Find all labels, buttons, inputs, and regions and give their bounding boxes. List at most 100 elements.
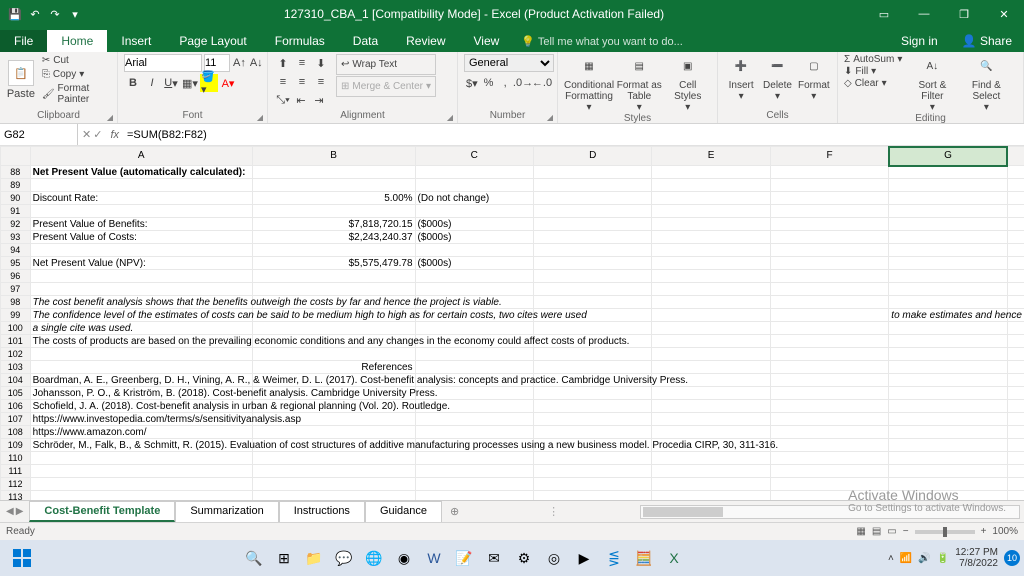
align-middle-icon[interactable]: ≡ — [293, 54, 311, 72]
tray-notif-icon[interactable]: 10 — [1004, 550, 1020, 566]
tray-volume-icon[interactable]: 🔊 — [918, 553, 930, 564]
currency-icon[interactable]: $▾ — [464, 74, 480, 92]
italic-button[interactable]: I — [143, 74, 161, 92]
inc-indent-icon[interactable]: ⇥ — [310, 91, 328, 109]
find-select-button[interactable]: 🔍Find & Select▾ — [960, 54, 1012, 113]
align-right-icon[interactable]: ≡ — [312, 73, 330, 91]
taskbar-excel-icon[interactable]: X — [660, 544, 688, 572]
sort-filter-button[interactable]: A↓Sort & Filter▾ — [906, 54, 958, 113]
taskbar-edge-icon[interactable]: 🌐 — [360, 544, 388, 572]
tab-file[interactable]: File — [0, 30, 47, 52]
taskbar-word-icon[interactable]: W — [420, 544, 448, 572]
zoom-level[interactable]: 100% — [992, 526, 1018, 537]
border-button[interactable]: ▦▾ — [181, 74, 199, 92]
new-sheet-icon[interactable]: ⊕ — [442, 505, 467, 518]
percent-icon[interactable]: % — [481, 74, 497, 92]
tray-wifi-icon[interactable]: 📶 — [900, 553, 912, 564]
number-format-select[interactable]: General — [464, 54, 554, 72]
copy-button[interactable]: ⎘ Copy ▾ — [40, 68, 111, 81]
format-as-table-button[interactable]: ▤Format as Table▾ — [616, 54, 662, 113]
sheet-tab[interactable]: Guidance — [365, 501, 442, 522]
sheet-tab[interactable]: Instructions — [279, 501, 365, 522]
font-color-button[interactable]: A▾ — [219, 74, 237, 92]
minimize-icon[interactable]: — — [904, 0, 944, 28]
taskbar-explorer-icon[interactable]: 📁 — [300, 544, 328, 572]
fill-button[interactable]: ⬇ Fill ▾ — [844, 66, 902, 77]
view-break-icon[interactable]: ▭ — [887, 526, 896, 537]
taskbar-chrome-icon[interactable]: ◉ — [390, 544, 418, 572]
delete-cells-button[interactable]: ➖Delete▾ — [760, 54, 794, 102]
name-box[interactable]: G82 — [0, 124, 78, 145]
enter-formula-icon[interactable]: ✓ — [93, 128, 102, 141]
align-bottom-icon[interactable]: ⬇ — [312, 54, 330, 72]
insert-cells-button[interactable]: ➕Insert▾ — [724, 54, 758, 102]
tab-prev-icon[interactable]: ◀ — [6, 506, 14, 517]
tab-view[interactable]: View — [460, 30, 514, 52]
maximize-icon[interactable]: ❐ — [944, 0, 984, 28]
taskbar-calc-icon[interactable]: 🧮 — [630, 544, 658, 572]
sheet-tab[interactable]: Cost-Benefit Template — [29, 501, 175, 522]
tab-review[interactable]: Review — [392, 30, 459, 52]
wrap-text-button[interactable]: ↩ Wrap Text — [336, 54, 436, 75]
taskbar-search-icon[interactable]: 🔍 — [240, 544, 268, 572]
taskbar-mail-icon[interactable]: ✉ — [480, 544, 508, 572]
tab-next-icon[interactable]: ▶ — [16, 506, 24, 517]
ribbon-options-icon[interactable]: ▭ — [864, 0, 904, 28]
increase-font-icon[interactable]: A↑ — [232, 54, 247, 72]
align-top-icon[interactable]: ⬆ — [274, 54, 292, 72]
fx-icon[interactable]: fx — [106, 129, 123, 141]
save-icon[interactable]: 💾 — [6, 5, 24, 23]
formula-input[interactable]: =SUM(B82:F82) — [123, 129, 1024, 141]
tab-home[interactable]: Home — [47, 30, 107, 52]
tab-data[interactable]: Data — [339, 30, 392, 52]
underline-button[interactable]: U▾ — [162, 74, 180, 92]
conditional-formatting-button[interactable]: ▦Conditional Formatting▾ — [564, 54, 614, 113]
zoom-in-icon[interactable]: + — [981, 526, 987, 537]
cancel-formula-icon[interactable]: ✕ — [82, 128, 91, 141]
paste-button[interactable]: 📋Paste — [6, 54, 36, 106]
close-icon[interactable]: ✕ — [984, 0, 1024, 28]
taskbar-vscode-icon[interactable]: ⋚ — [600, 544, 628, 572]
taskbar-app-icon[interactable]: ◎ — [540, 544, 568, 572]
cut-button[interactable]: ✂ Cut — [40, 54, 111, 67]
tab-formulas[interactable]: Formulas — [261, 30, 339, 52]
align-center-icon[interactable]: ≡ — [293, 73, 311, 91]
qat-more-icon[interactable]: ▾ — [66, 5, 84, 23]
format-cells-button[interactable]: ▢Format▾ — [797, 54, 831, 102]
orientation-icon[interactable]: ⤡▾ — [274, 91, 292, 109]
taskbar-teams-icon[interactable]: 💬 — [330, 544, 358, 572]
tray-chevron-icon[interactable]: ˄ — [888, 553, 894, 564]
bold-button[interactable]: B — [124, 74, 142, 92]
zoom-out-icon[interactable]: − — [903, 526, 909, 537]
share-button[interactable]: 👤 Share — [950, 30, 1024, 52]
format-painter-button[interactable]: 🖌 Format Painter — [40, 82, 111, 106]
tray-battery-icon[interactable]: 🔋 — [937, 553, 949, 564]
spreadsheet-grid[interactable]: ABCDEFGHIJKL88Net Present Value (automat… — [0, 146, 1024, 500]
taskbar-clock[interactable]: 12:27 PM7/8/2022 — [955, 547, 998, 569]
redo-icon[interactable]: ↷ — [46, 5, 64, 23]
taskbar-settings-icon[interactable]: ⚙ — [510, 544, 538, 572]
view-normal-icon[interactable]: ▦ — [856, 526, 865, 537]
dec-indent-icon[interactable]: ⇤ — [292, 91, 310, 109]
start-button[interactable] — [4, 544, 40, 572]
taskbar-app2-icon[interactable]: ▶ — [570, 544, 598, 572]
undo-icon[interactable]: ↶ — [26, 5, 44, 23]
tab-pagelayout[interactable]: Page Layout — [165, 30, 260, 52]
font-name-input[interactable] — [124, 54, 202, 72]
tell-me[interactable]: 💡 Tell me what you want to do... — [513, 31, 889, 52]
tab-insert[interactable]: Insert — [107, 30, 165, 52]
system-tray[interactable]: ˄ 📶 🔊 🔋 12:27 PM7/8/2022 10 — [888, 547, 1020, 569]
taskbar-sublime-icon[interactable]: 📝 — [450, 544, 478, 572]
clear-button[interactable]: ◇ Clear ▾ — [844, 78, 902, 89]
sheet-tab[interactable]: Summarization — [175, 501, 278, 522]
inc-decimal-icon[interactable]: .0→ — [514, 74, 532, 92]
view-page-icon[interactable]: ▤ — [872, 526, 881, 537]
taskbar-taskview-icon[interactable]: ⊞ — [270, 544, 298, 572]
fill-color-button[interactable]: 🪣▾ — [200, 74, 218, 92]
comma-icon[interactable]: , — [497, 74, 513, 92]
align-left-icon[interactable]: ≡ — [274, 73, 292, 91]
autosum-button[interactable]: Σ AutoSum ▾ — [844, 54, 902, 65]
dec-decimal-icon[interactable]: ←.0 — [533, 74, 551, 92]
signin-link[interactable]: Sign in — [889, 30, 950, 52]
decrease-font-icon[interactable]: A↓ — [249, 54, 264, 72]
